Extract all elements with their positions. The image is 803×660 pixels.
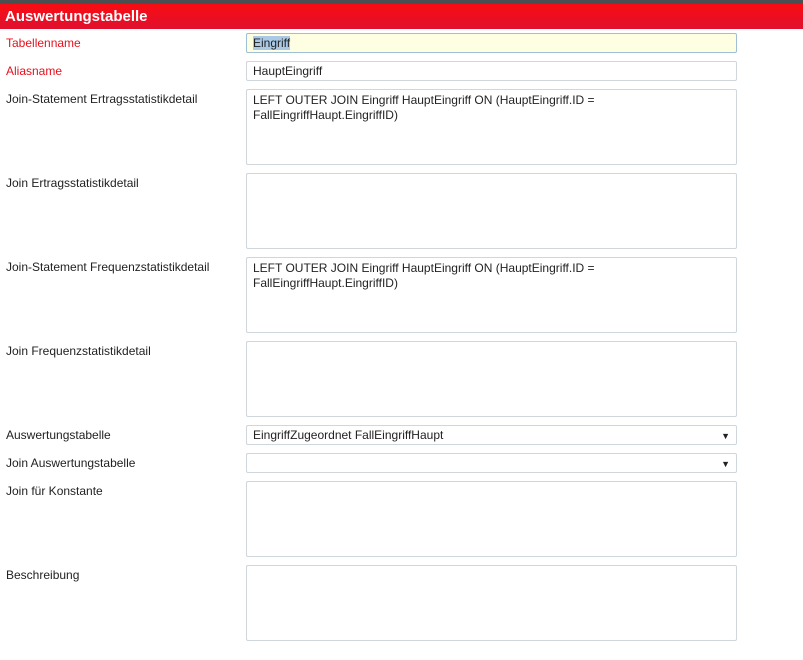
join-ertrag-label: Join Ertragsstatistikdetail [6,176,139,190]
auswertungstabelle-label: Auswertungstabelle [6,428,111,442]
caret-down-icon: ▼ [721,459,730,469]
join-stmt-frequenz-textarea[interactable]: LEFT OUTER JOIN Eingriff HauptEingriff O… [246,257,737,333]
join-konstante-label: Join für Konstante [6,484,103,498]
join-stmt-ertrag-textarea[interactable]: LEFT OUTER JOIN Eingriff HauptEingriff O… [246,89,737,165]
auswertungstabelle-select[interactable]: EingriffZugeordnet FallEingriffHaupt ▼ [246,425,737,445]
join-frequenz-label: Join Frequenzstatistikdetail [6,344,151,358]
beschreibung-label: Beschreibung [6,568,80,582]
auswertungstabelle-value: EingriffZugeordnet FallEingriffHaupt [253,428,444,442]
tabellenname-input[interactable]: Eingriff [246,33,737,53]
join-auswertungstabelle-label: Join Auswertungstabelle [6,456,136,470]
tabellenname-value: Eingriff [253,36,291,50]
caret-down-icon: ▼ [721,431,730,441]
beschreibung-textarea[interactable] [246,565,737,641]
page-title: Auswertungstabelle [0,4,803,29]
join-frequenz-textarea[interactable] [246,341,737,417]
join-stmt-ertrag-label: Join-Statement Ertragsstatistikdetail [6,92,198,106]
join-auswertungstabelle-select[interactable]: ▼ [246,453,737,473]
tabellenname-label: Tabellenname [6,36,81,50]
aliasname-label: Aliasname [6,64,63,78]
join-stmt-frequenz-label: Join-Statement Frequenzstatistikdetail [6,260,210,274]
join-ertrag-textarea[interactable] [246,173,737,249]
join-konstante-textarea[interactable] [246,481,737,557]
aliasname-input[interactable]: HauptEingriff [246,61,737,81]
